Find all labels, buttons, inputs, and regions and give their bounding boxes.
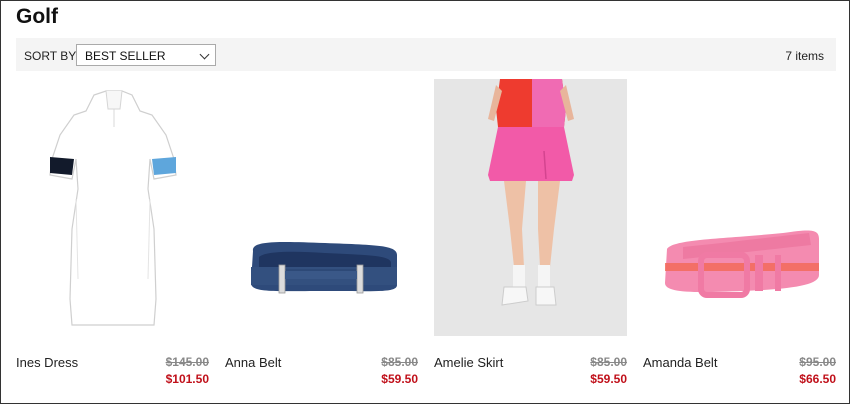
sort-label: SORT BY: [24, 49, 79, 63]
product-name[interactable]: Ines Dress [16, 355, 78, 370]
product-card[interactable]: Ines Dress $145.00 $101.50 [16, 79, 209, 389]
original-price: $95.00 [799, 355, 836, 369]
sale-price: $59.50 [590, 372, 627, 386]
product-name[interactable]: Amanda Belt [643, 355, 717, 370]
product-card[interactable]: Amelie Skirt $85.00 $59.50 [434, 79, 627, 389]
product-card[interactable]: Anna Belt $85.00 $59.50 [225, 79, 418, 389]
sale-price: $101.50 [165, 372, 209, 386]
sort-dropdown[interactable]: BEST SELLER [76, 44, 216, 66]
product-card[interactable]: Amanda Belt $95.00 $66.50 [643, 79, 836, 389]
chevron-down-icon [199, 49, 210, 60]
product-image-belt-navy[interactable] [225, 79, 418, 336]
product-image-belt-pink[interactable] [643, 79, 836, 336]
page-title: Golf [16, 5, 58, 28]
sale-price: $59.50 [381, 372, 418, 386]
sort-toolbar: SORT BY: BEST SELLER 7 items [16, 38, 836, 71]
product-name[interactable]: Amelie Skirt [434, 355, 503, 370]
product-name[interactable]: Anna Belt [225, 355, 281, 370]
original-price: $85.00 [381, 355, 418, 369]
product-image-dress[interactable] [16, 79, 209, 336]
product-image-skirt[interactable] [434, 79, 627, 336]
sale-price: $66.50 [799, 372, 836, 386]
original-price: $145.00 [165, 355, 209, 369]
sort-selected-value: BEST SELLER [85, 49, 166, 63]
original-price: $85.00 [590, 355, 627, 369]
item-count: 7 items [785, 49, 824, 63]
